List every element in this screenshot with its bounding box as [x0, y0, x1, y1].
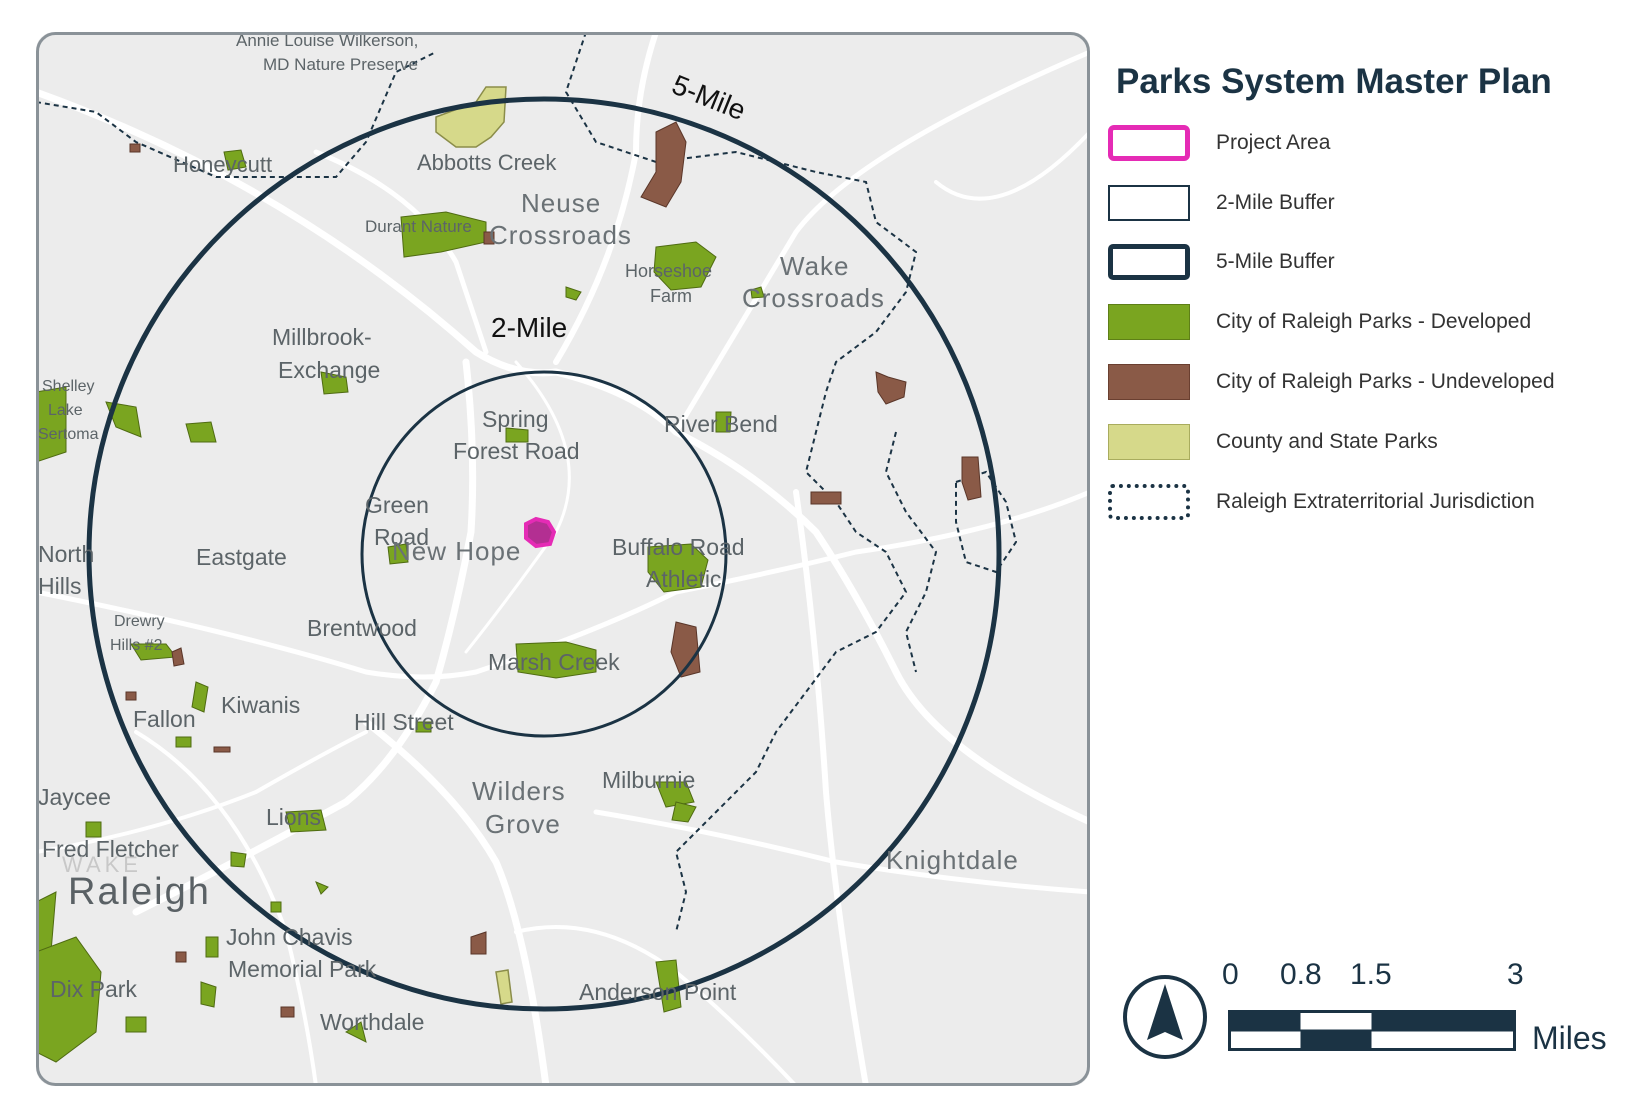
legend-item-etj: Raleigh Extraterritorial Jurisdiction	[1108, 484, 1628, 528]
city-label: Raleigh	[68, 871, 211, 913]
place-label: Memorial Park	[228, 956, 377, 982]
legend-label: Project Area	[1216, 131, 1331, 154]
scale-unit: Miles	[1532, 1020, 1607, 1056]
place-label: Eastgate	[196, 544, 287, 570]
scale-tick-1-5: 1.5	[1350, 958, 1392, 991]
legend-item-five-mile-buffer: 5-Mile Buffer	[1108, 244, 1628, 288]
place-label: Crossroads	[742, 283, 885, 313]
place-label: Hills	[38, 573, 81, 599]
place-label: John Chavis	[226, 924, 353, 950]
legend-label: 5-Mile Buffer	[1216, 250, 1335, 273]
place-label: Anderson Point	[579, 979, 737, 1005]
place-label: Milburnie	[602, 767, 695, 793]
place-label: North	[38, 541, 94, 567]
place-label: Marsh Creek	[488, 649, 620, 675]
legend-item-developed-parks: City of Raleigh Parks - Developed	[1108, 304, 1628, 348]
legend-item-undeveloped-parks: City of Raleigh Parks - Undeveloped	[1108, 364, 1628, 408]
place-label: River Bend	[664, 411, 778, 437]
legend-title: Parks System Master Plan	[1116, 62, 1552, 101]
legend-swatch	[1108, 424, 1190, 460]
map-canvas: 2-Mile 5-Mile Annie Louise Wilkerson, MD…	[36, 32, 1090, 1086]
scale-bar	[1228, 1010, 1516, 1051]
place-label: Wilders	[472, 776, 566, 806]
legend-swatch	[1108, 244, 1190, 280]
project-area[interactable]	[524, 516, 557, 549]
legend-item-two-mile-buffer: 2-Mile Buffer	[1108, 185, 1628, 229]
place-label: Drewry	[114, 613, 165, 630]
north-arrow-icon	[1123, 975, 1207, 1059]
place-label: Jaycee	[38, 784, 111, 810]
place-label: Wake	[780, 251, 850, 281]
place-label: New Hope	[392, 536, 521, 566]
legend-label: County and State Parks	[1216, 430, 1438, 453]
scale-tick-0: 0	[1222, 958, 1239, 991]
place-label: Athletic	[646, 566, 721, 592]
place-label: Knightdale	[886, 845, 1019, 875]
place-label: Worthdale	[320, 1009, 424, 1035]
legend-swatch	[1108, 125, 1190, 161]
place-label: Dix Park	[50, 976, 137, 1002]
place-label: Farm	[650, 286, 692, 306]
two-mile-label: 2-Mile	[491, 312, 567, 343]
map-panel[interactable]: 2-Mile 5-Mile Annie Louise Wilkerson, MD…	[36, 32, 1090, 1086]
legend-swatch	[1108, 484, 1190, 520]
legend-item-county-state-parks: County and State Parks	[1108, 424, 1628, 468]
place-label: Green	[365, 492, 429, 518]
place-label: Neuse	[521, 188, 601, 218]
place-label: Abbotts Creek	[417, 150, 557, 175]
place-label: Buffalo Road	[612, 534, 745, 560]
place-label: Durant Nature	[365, 217, 472, 236]
legend-swatch	[1108, 185, 1190, 221]
legend-item-project-area: Project Area	[1108, 125, 1628, 169]
scale-tick-0-8: 0.8	[1280, 958, 1322, 991]
scale-tick-3: 3	[1507, 958, 1524, 991]
place-label: Brentwood	[307, 615, 417, 641]
place-label: Fallon	[133, 706, 196, 732]
place-label: Honeycutt	[173, 152, 272, 177]
place-label: Hill Street	[354, 709, 454, 735]
legend-swatch	[1108, 364, 1190, 400]
place-label: Shelley	[42, 378, 94, 395]
legend-label: 2-Mile Buffer	[1216, 191, 1335, 214]
place-label: Forest Road	[453, 438, 580, 464]
place-label: Spring	[482, 406, 548, 432]
place-label: Kiwanis	[221, 692, 300, 718]
place-label: Millbrook-	[272, 324, 372, 350]
place-label: Grove	[485, 809, 561, 839]
place-label: MD Nature Preserve	[263, 55, 418, 74]
place-label: Exchange	[278, 357, 380, 383]
place-label: Crossroads	[489, 220, 632, 250]
place-label: Sertoma	[38, 426, 99, 443]
place-label: Lions	[266, 804, 321, 830]
place-label: Hills #2	[110, 637, 163, 654]
legend-label: City of Raleigh Parks - Developed	[1216, 310, 1532, 333]
legend-swatch	[1108, 304, 1190, 340]
place-label: Lake	[48, 402, 83, 419]
legend-label: Raleigh Extraterritorial Jurisdiction	[1216, 490, 1535, 513]
place-label: Horseshoe	[625, 261, 712, 281]
legend-label: City of Raleigh Parks - Undeveloped	[1216, 370, 1555, 393]
